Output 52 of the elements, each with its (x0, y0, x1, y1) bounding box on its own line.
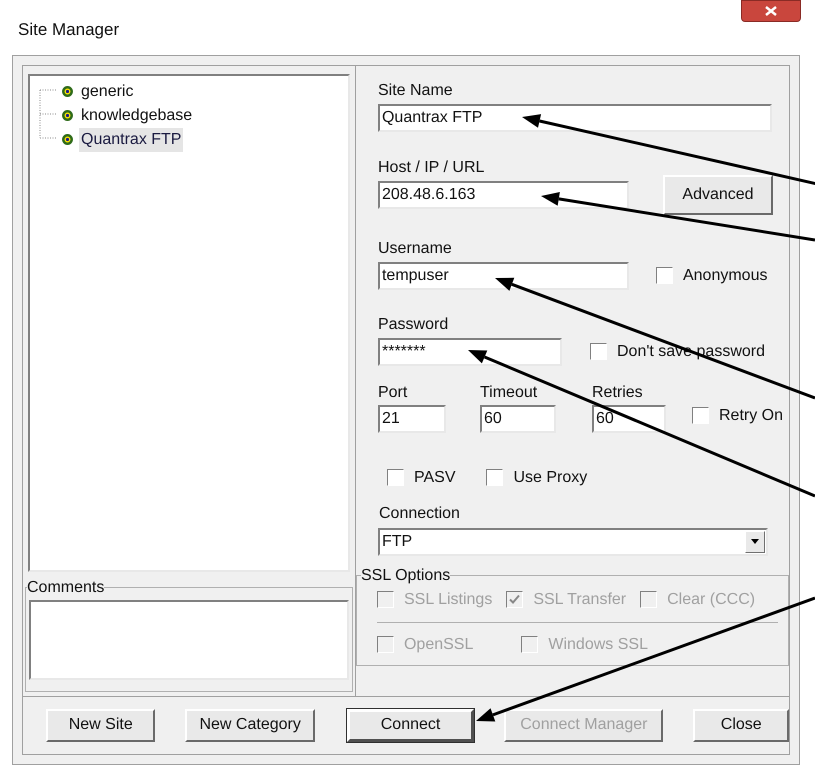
checkbox-label: Clear (CCC) (667, 590, 756, 610)
checkbox-label: PASV (414, 468, 456, 488)
checkbox-label: OpenSSL (404, 634, 474, 654)
field-label: Retries (592, 382, 644, 402)
checkmark-icon (509, 594, 520, 605)
text-field[interactable]: 208.48.6.163 (378, 180, 629, 208)
field-label: Username (378, 238, 453, 258)
dialog-button[interactable]: New Site (46, 708, 156, 742)
field-label: Connection (378, 504, 461, 524)
checkbox-label: Use Proxy (513, 468, 588, 488)
checkbox[interactable] (590, 343, 607, 360)
text-field[interactable]: 21 (378, 404, 446, 432)
checkbox[interactable] (692, 407, 709, 424)
close-icon (765, 6, 777, 16)
checkbox-label: SSL Listings (404, 590, 492, 610)
tree-item[interactable]: Quantrax FTP (79, 128, 184, 152)
checkbox[interactable] (486, 469, 504, 486)
dropdown-button[interactable] (744, 530, 765, 552)
checkbox[interactable] (386, 469, 404, 486)
text-field[interactable]: 60 (480, 404, 556, 432)
field-label: Port (378, 382, 408, 402)
group-title: SSL Options (360, 566, 450, 586)
text-field[interactable]: ******* (378, 338, 562, 366)
checkbox[interactable] (656, 267, 673, 284)
checkbox-label: SSL Transfer (533, 590, 626, 610)
dropdown-value: FTP (382, 532, 412, 552)
text-field[interactable]: tempuser (378, 262, 629, 290)
checkbox-label: Retry On (718, 406, 783, 426)
text-field[interactable]: 60 (592, 404, 666, 432)
connection-dropdown[interactable]: FTP (378, 528, 768, 556)
field-label: Timeout (480, 382, 538, 402)
caret-icon (750, 539, 759, 544)
close-button[interactable] (741, 0, 801, 22)
checkbox-label: Windows SSL (548, 634, 648, 654)
field-label: Host / IP / URL (378, 158, 486, 178)
window-title: Site Manager (18, 19, 120, 41)
tree-item[interactable]: generic (79, 80, 136, 104)
site-icon (62, 86, 73, 97)
tree-lines-drawing (39, 88, 57, 138)
field-label: Site Name (378, 80, 454, 100)
checkbox-label: Anonymous (682, 266, 768, 286)
site-icon (62, 134, 73, 145)
comments-field[interactable] (29, 600, 349, 680)
group-title: Comments (27, 578, 104, 598)
dialog-button[interactable]: Close (693, 708, 789, 742)
site-icon (62, 110, 73, 121)
advanced-button[interactable]: Advanced (662, 174, 773, 214)
text-field[interactable]: Quantrax FTP (378, 104, 772, 132)
tree-item[interactable]: knowledgebase (79, 104, 194, 128)
dialog-button[interactable]: Connect (346, 708, 474, 742)
field-label: Password (378, 314, 450, 334)
dialog-button[interactable]: New Category (185, 708, 315, 742)
